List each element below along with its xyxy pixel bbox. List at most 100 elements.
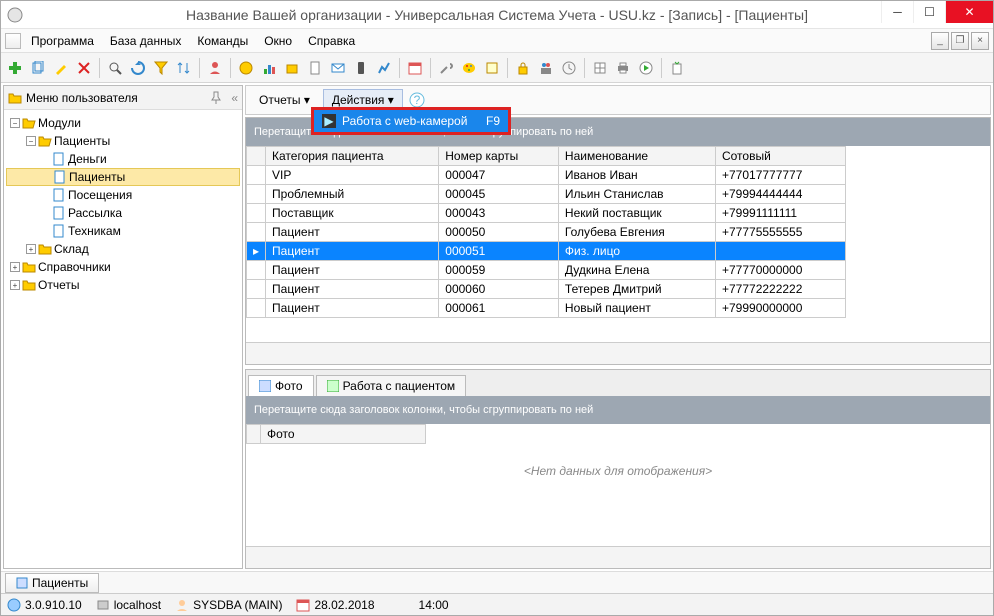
cell[interactable]: Поставщик bbox=[266, 204, 439, 223]
table-row[interactable]: Пациент000059Дудкина Елена+77770000000 bbox=[247, 261, 846, 280]
cell[interactable]: Физ. лицо bbox=[558, 242, 715, 261]
table-row[interactable]: Поставщик000043Некий поставщик+799911111… bbox=[247, 204, 846, 223]
calendar-icon[interactable] bbox=[405, 58, 425, 78]
doc-tab-patients[interactable]: Пациенты bbox=[5, 573, 99, 593]
menu-window[interactable]: Окно bbox=[258, 32, 298, 50]
cell[interactable]: +79994444444 bbox=[715, 185, 845, 204]
cell[interactable]: Пациент bbox=[266, 223, 439, 242]
table-row[interactable]: Пациент000050Голубева Евгения+7777555555… bbox=[247, 223, 846, 242]
money-icon[interactable] bbox=[236, 58, 256, 78]
cell[interactable]: Пациент bbox=[266, 299, 439, 318]
grid-icon[interactable] bbox=[590, 58, 610, 78]
tab-patient-work[interactable]: Работа с пациентом bbox=[316, 375, 467, 396]
print-icon[interactable] bbox=[613, 58, 633, 78]
refresh-icon[interactable] bbox=[128, 58, 148, 78]
cell[interactable]: +77772222222 bbox=[715, 280, 845, 299]
menu-database[interactable]: База данных bbox=[104, 32, 187, 50]
column-header[interactable]: Наименование bbox=[558, 147, 715, 166]
table-row[interactable]: VIP000047Иванов Иван+77017777777 bbox=[247, 166, 846, 185]
collapse-arrow-icon[interactable]: « bbox=[231, 91, 238, 105]
tree-mailing[interactable]: Рассылка bbox=[6, 204, 240, 222]
lock-icon[interactable] bbox=[513, 58, 533, 78]
cell[interactable]: Голубева Евгения bbox=[558, 223, 715, 242]
minimize-button[interactable]: ─ bbox=[881, 1, 913, 23]
group-by-bar-lower[interactable]: Перетащите сюда заголовок колонки, чтобы… bbox=[246, 396, 990, 424]
tree-money[interactable]: Деньги bbox=[6, 150, 240, 168]
collapse-icon[interactable]: − bbox=[26, 136, 36, 146]
export-icon[interactable] bbox=[667, 58, 687, 78]
tree-warehouse[interactable]: + Склад bbox=[6, 240, 240, 258]
close-button[interactable]: ✕ bbox=[945, 1, 993, 23]
tab-photo[interactable]: Фото bbox=[248, 375, 314, 396]
tree-modules[interactable]: − Модули bbox=[6, 114, 240, 132]
table-row[interactable]: ▸Пациент000051Физ. лицо bbox=[247, 242, 846, 261]
menu-help[interactable]: Справка bbox=[302, 32, 361, 50]
cell[interactable]: 000051 bbox=[439, 242, 559, 261]
cell[interactable]: Пациент bbox=[266, 242, 439, 261]
cell[interactable]: Проблемный bbox=[266, 185, 439, 204]
system-menu-icon[interactable] bbox=[5, 33, 21, 49]
expand-icon[interactable]: + bbox=[10, 262, 20, 272]
notes-icon[interactable] bbox=[482, 58, 502, 78]
play-icon[interactable] bbox=[636, 58, 656, 78]
reports-dropdown[interactable]: Отчеты ▾ bbox=[250, 89, 319, 111]
cell[interactable]: VIP bbox=[266, 166, 439, 185]
pin-icon[interactable] bbox=[209, 91, 223, 105]
expand-icon[interactable]: + bbox=[10, 280, 20, 290]
tree-tech[interactable]: Техникам bbox=[6, 222, 240, 240]
mdi-minimize-button[interactable]: _ bbox=[931, 32, 949, 50]
menu-commands[interactable]: Команды bbox=[191, 32, 254, 50]
cell[interactable]: 000047 bbox=[439, 166, 559, 185]
mdi-restore-button[interactable]: ❐ bbox=[951, 32, 969, 50]
cell[interactable]: Пациент bbox=[266, 280, 439, 299]
patients-grid[interactable]: Категория пациентаНомер картыНаименовани… bbox=[246, 146, 846, 318]
stats-icon[interactable] bbox=[374, 58, 394, 78]
mail-icon[interactable] bbox=[328, 58, 348, 78]
cell[interactable]: 000061 bbox=[439, 299, 559, 318]
table-row[interactable]: Проблемный000045Ильин Станислав+79994444… bbox=[247, 185, 846, 204]
maximize-button[interactable]: ☐ bbox=[913, 1, 945, 23]
tools-icon[interactable] bbox=[436, 58, 456, 78]
sort-icon[interactable] bbox=[174, 58, 194, 78]
cell[interactable]: Ильин Станислав bbox=[558, 185, 715, 204]
expand-icon[interactable]: + bbox=[26, 244, 36, 254]
document-icon[interactable] bbox=[305, 58, 325, 78]
cell[interactable]: 000050 bbox=[439, 223, 559, 242]
column-header[interactable]: Сотовый bbox=[715, 147, 845, 166]
chart-icon[interactable] bbox=[259, 58, 279, 78]
cell[interactable]: 000045 bbox=[439, 185, 559, 204]
add-icon[interactable] bbox=[5, 58, 25, 78]
tree-patients-group[interactable]: − Пациенты bbox=[6, 132, 240, 150]
column-header[interactable]: Номер карты bbox=[439, 147, 559, 166]
cell[interactable]: +77017777777 bbox=[715, 166, 845, 185]
cell[interactable]: +79990000000 bbox=[715, 299, 845, 318]
copy-icon[interactable] bbox=[28, 58, 48, 78]
table-row[interactable]: Пациент000060Тетерев Дмитрий+77772222222 bbox=[247, 280, 846, 299]
tree-refs[interactable]: + Справочники bbox=[6, 258, 240, 276]
cell[interactable]: Тетерев Дмитрий bbox=[558, 280, 715, 299]
cell[interactable]: 000060 bbox=[439, 280, 559, 299]
palette-icon[interactable] bbox=[459, 58, 479, 78]
cell[interactable]: Новый пациент bbox=[558, 299, 715, 318]
table-row[interactable]: Пациент000061Новый пациент+79990000000 bbox=[247, 299, 846, 318]
cell[interactable]: 000059 bbox=[439, 261, 559, 280]
phone-icon[interactable] bbox=[351, 58, 371, 78]
people-icon[interactable] bbox=[536, 58, 556, 78]
tree-visits[interactable]: Посещения bbox=[6, 186, 240, 204]
collapse-icon[interactable]: − bbox=[10, 118, 20, 128]
box-icon[interactable] bbox=[282, 58, 302, 78]
tree-reports[interactable]: + Отчеты bbox=[6, 276, 240, 294]
cell[interactable]: 000043 bbox=[439, 204, 559, 223]
webcam-action-item[interactable]: ▶ Работа с web-камерой F9 bbox=[311, 107, 511, 135]
column-header[interactable]: Категория пациента bbox=[266, 147, 439, 166]
edit-icon[interactable] bbox=[51, 58, 71, 78]
cell[interactable]: Дудкина Елена bbox=[558, 261, 715, 280]
search-icon[interactable] bbox=[105, 58, 125, 78]
menu-program[interactable]: Программа bbox=[25, 32, 100, 50]
column-photo[interactable]: Фото bbox=[261, 425, 426, 444]
photo-grid[interactable]: Фото bbox=[246, 424, 426, 444]
cell[interactable]: Некий поставщик bbox=[558, 204, 715, 223]
cell[interactable]: +77770000000 bbox=[715, 261, 845, 280]
users-icon[interactable] bbox=[205, 58, 225, 78]
cell[interactable] bbox=[715, 242, 845, 261]
